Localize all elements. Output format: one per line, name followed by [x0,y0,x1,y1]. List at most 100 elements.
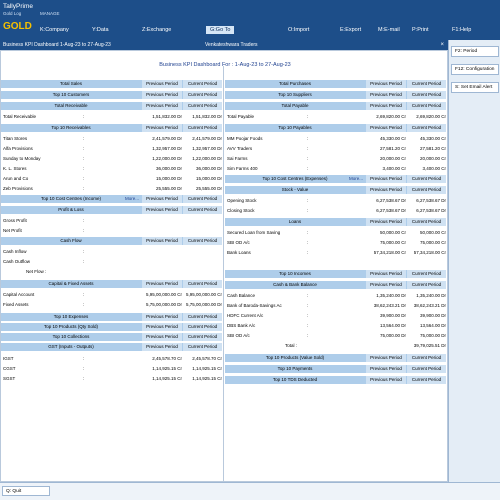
section-header: Stock - Value Previous Period Current Peri… [225,186,446,194]
section-title: Top 10 Customers [52,92,90,97]
row-label: Bank Loans [227,250,251,255]
current-period-header: Current Period [183,206,222,214]
previous-period-header: Previous Period [142,313,182,321]
current-period-header: Current Period [183,333,222,341]
data-row[interactable]: Net Profit: [1,227,222,235]
data-row[interactable]: Cash Balance: 1,35,240.00 Dr 1,35,240.00 D… [225,292,446,300]
current-period-value: 50,000.00 Cr [419,230,446,235]
current-period-value: 1,14,925.15 Cr [192,376,222,381]
data-row[interactable]: Titan Stores: 2,41,579.00 Dr 2,41,579.00 D… [1,135,222,143]
data-row[interactable]: Cash Outflow: [1,258,222,266]
previous-period-header: Previous Period [366,354,406,362]
current-period-value: 39,79,025.51 Dr [413,343,446,348]
section-title: Total Purchases [278,81,312,86]
close-icon[interactable]: × [440,42,444,48]
data-row[interactable]: Sunday to Monday: 1,22,000.00 Dr 1,22,000.… [1,155,222,163]
row-colon: : [307,114,309,119]
data-row[interactable]: MM Poojar Foods: 45,330.00 Cr 45,330.00 Cr [225,135,446,143]
section-header: Profit & Loss Previous Period Current Peri… [1,206,222,214]
data-row[interactable]: Total Payable: 2,69,820.00 Cr 2,69,820.00 … [225,113,446,121]
current-period-value: 36,000.00 Dr [195,166,222,171]
row-colon: : [307,293,309,298]
row-colon: : [307,313,309,318]
row-label: Total Receivable [3,114,37,119]
previous-period-header: Previous Period [142,195,182,203]
row-colon: : [83,366,85,371]
previous-period-header: Previous Period [366,186,406,194]
data-row[interactable]: CGST: 1,14,925.15 Cr 1,14,925.15 Cr [1,365,222,373]
current-period-header: Current Period [183,323,222,331]
row-label: Cash Inflow [3,249,27,254]
section-title: Top 10 Collections [52,334,90,339]
previous-period-value: 2,45,578.70 Cr [152,356,182,361]
data-row[interactable]: Gross Profit: [1,217,222,225]
current-period-header: Current Period [407,102,446,110]
data-row[interactable]: AVV Traders: 27,581.20 Cr 27,581.20 Cr [225,145,446,153]
menu-data[interactable]: Y:Data [92,27,109,33]
data-row[interactable]: Net Flow : [1,268,222,276]
section-header: Top 10 Suppliers Previous Period Current P… [225,91,446,99]
data-row[interactable]: Total Receivable: 1,51,832.00 Dr 1,51,832.… [1,113,222,121]
data-row[interactable]: Bank of Baroda-Savings Ac: 38,62,243.21 D… [225,302,446,310]
app-edition: GOLD [3,21,32,32]
data-row[interactable]: Sai Farms: 20,000.00 Cr 20,000.00 Cr [225,155,446,163]
sidebar-button[interactable]: F2: Period [451,46,499,57]
top-bar: TallyPrime Gold Log GOLD MANAGE K:Compan… [0,0,500,40]
section-header: Total Payable Previous Period Current Peri… [225,102,446,110]
quit-button[interactable]: Q: Quit [2,486,50,496]
data-row[interactable]: SBI OD A/c: 75,000.00 Dr 75,000.00 Dr [225,332,446,340]
menu-e-mail[interactable]: M:E-mail [378,27,400,33]
current-period-value: 38,62,243.21 Dr [413,303,446,308]
data-row[interactable]: SGST: 1,14,925.15 Cr 1,14,925.15 Cr [1,375,222,383]
row-label: AVV Traders [227,146,253,151]
sidebar-button[interactable]: S: Set Email Alert [451,82,499,93]
current-period-value: 1,22,000.00 Dr [192,156,222,161]
section-title: Top 10 Products (Qty Sold) [43,324,99,329]
current-period-value: 39,900.00 Dr [419,313,446,318]
data-row[interactable]: SBI OD A/c: 75,000.00 Cr 75,000.00 Cr [225,239,446,247]
previous-period-value: 27,581.20 Cr [379,146,406,151]
data-row[interactable]: Secured Loan from Saving: 50,000.00 Cr 50,… [225,229,446,237]
row-colon: : [307,198,309,203]
menu-go-to[interactable]: G:Go To [206,26,235,34]
section-header: Cash Flow Previous Period Current Period [1,237,222,245]
more-link[interactable]: More... [125,195,139,203]
menu-company[interactable]: K:Company [40,27,69,33]
more-link[interactable]: More... [349,175,363,183]
menu-export[interactable]: E:Export [340,27,361,33]
data-row[interactable]: Capital Account: 5,95,00,000.00 Cr 5,95,00… [1,291,222,299]
menu-help[interactable]: F1:Help [452,27,471,33]
data-row[interactable]: K. L. Stores: 36,000.00 Dr 36,000.00 Dr [1,165,222,173]
current-period-value: 25,555.00 Dr [195,186,222,191]
data-row[interactable]: DBS Bank A/c: 13,564.00 Dr 13,564.00 Dr [225,322,446,330]
menu-print[interactable]: P:Print [412,27,429,33]
data-row[interactable]: Opening Stock: 6,27,538.67 Dr 6,27,538.67 … [225,197,446,205]
data-row[interactable]: Bank Loans: 57,34,218.00 Cr 57,34,218.00 C… [225,249,446,257]
row-colon: : [307,156,309,161]
row-label: Cash Balance [227,293,256,298]
current-period-value: 5,95,00,000.00 Cr [185,292,222,297]
data-row[interactable]: Alfa Provisions: 1,32,957.00 Dr 1,32,957.0… [1,145,222,153]
menu-import[interactable]: O:Import [288,27,309,33]
data-row[interactable]: Sim Farms 400: 3,400.00 Cr 3,400.00 Cr [225,165,446,173]
sidebar-button[interactable]: F12: Configuration [451,64,499,75]
row-colon: : [83,186,85,191]
section-title: Top 10 Cost Centres (Expenses) [262,176,328,181]
menu-exchange[interactable]: Z:Exchange [142,27,171,33]
previous-period-value: 1,22,000.00 Dr [152,156,182,161]
previous-period-header: Previous Period [142,333,182,341]
row-label: Titan Stores [3,136,28,141]
data-row[interactable]: Fixed Assets: 5,75,00,000.00 Dr 5,75,00,00… [1,301,222,309]
previous-period-header: Previous Period [142,124,182,132]
data-row[interactable]: HDFC Current A/c: 39,900.00 Dr 39,900.00 D… [225,312,446,320]
row-label: SBI OD A/c [227,240,250,245]
section-header: Top 10 Payables Previous Period Current Pe… [225,124,446,132]
current-period-header: Current Period [407,354,446,362]
data-row[interactable]: IGST: 2,45,578.70 Cr 2,45,578.70 Cr [1,355,222,363]
data-row[interactable]: Total : 39,79,025.51 Dr [225,342,446,350]
data-row[interactable]: Zeb Provisions: 25,555.00 Dr 25,555.00 Dr [1,185,222,193]
data-row[interactable]: Closing Stock: 6,27,538.67 Dr 6,27,538.67 … [225,207,446,215]
data-row[interactable]: Arun and Co: 15,000.00 Dr 15,000.00 Dr [1,175,222,183]
data-row[interactable]: Cash Inflow: [1,248,222,256]
previous-period-header: Previous Period [366,102,406,110]
